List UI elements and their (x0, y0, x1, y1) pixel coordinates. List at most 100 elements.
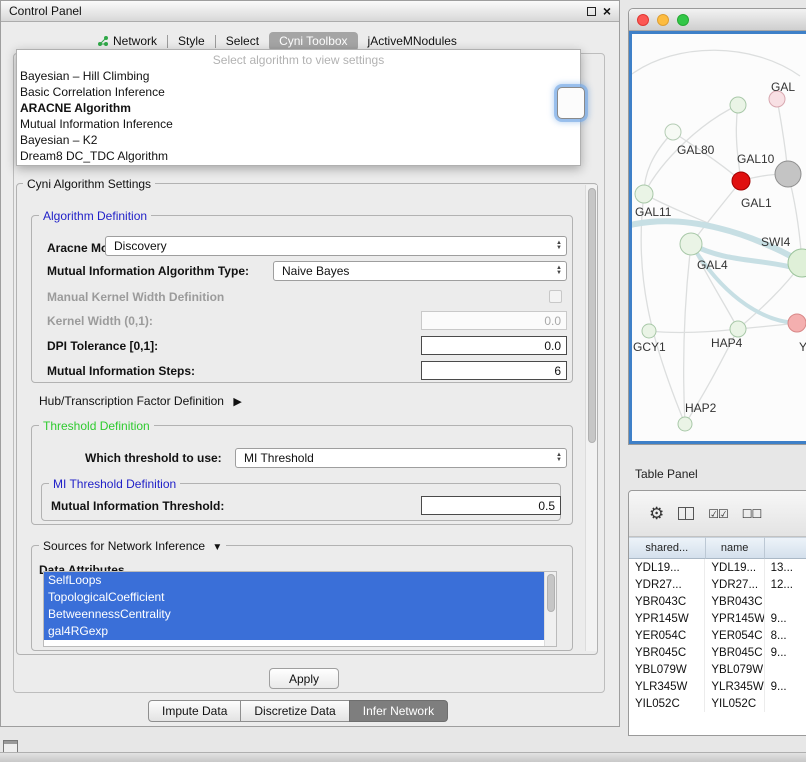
table-cell: YBL079W (705, 661, 764, 678)
table-cell: 8... (765, 627, 806, 644)
table-panel-title: Table Panel (635, 467, 698, 481)
kernel-width-input[interactable]: 0.0 (421, 311, 567, 330)
tab-discretize-data[interactable]: Discretize Data (240, 700, 349, 722)
tab-impute-data-label: Impute Data (162, 704, 227, 718)
tab-select[interactable]: Select (216, 32, 269, 51)
which-threshold-combobox[interactable]: MI Threshold ▲▼ (235, 448, 567, 468)
table-cell: YBR043C (705, 593, 764, 610)
combo-stepper-icon: ▲▼ (556, 266, 562, 276)
column-header-extra[interactable] (765, 537, 806, 559)
mi-threshold-input[interactable]: 0.5 (421, 496, 561, 515)
table-cell: YBR045C (705, 644, 764, 661)
close-icon[interactable]: × (603, 6, 611, 16)
table-cell: 9... (765, 610, 806, 627)
tab-network[interactable]: Network (87, 32, 167, 51)
attribute-item-selected[interactable]: BetweennessCentrality (44, 606, 544, 623)
network-node (678, 417, 692, 431)
minimize-traffic-light[interactable] (657, 14, 669, 26)
network-node-gray (775, 161, 801, 187)
settings-scrollbar-thumb[interactable] (588, 188, 596, 443)
network-edge (641, 194, 685, 424)
table-row[interactable]: YPR145W YPR145W 9... (629, 610, 806, 627)
table-row[interactable]: YIL052C YIL052C (629, 695, 806, 712)
table-row[interactable]: YBR043C YBR043C (629, 593, 806, 610)
apply-button[interactable]: Apply (269, 668, 339, 689)
table-cell: YDL19... (705, 559, 764, 576)
table-row[interactable]: YDL19... YDL19... 13... (629, 559, 806, 576)
network-edge (632, 50, 800, 76)
mi-steps-input[interactable]: 6 (421, 361, 567, 380)
network-node (730, 321, 746, 337)
focused-button[interactable] (557, 87, 585, 119)
window-title: Control Panel (9, 4, 82, 18)
table-panel-window: ⚙ ☑☑ ☐☐ shared... name YDL19... YDL19...… (628, 490, 806, 736)
mi-type-combobox[interactable]: Naive Bayes ▲▼ (273, 261, 567, 281)
tab-infer-network[interactable]: Infer Network (349, 700, 448, 722)
control-panel-titlebar: Control Panel × (1, 1, 619, 22)
node-label-hap2: HAP2 (685, 401, 717, 415)
collapsed-arrow-icon[interactable]: ▶ (233, 396, 241, 408)
table-cell: 9... (765, 644, 806, 661)
algorithm-item[interactable]: Bayesian – K2 (17, 132, 580, 148)
tab-impute-data[interactable]: Impute Data (148, 700, 241, 722)
attribute-item-selected[interactable]: SelfLoops (44, 572, 544, 589)
apply-button-label: Apply (289, 672, 319, 686)
algorithm-placeholder-item: Select algorithm to view settings (17, 52, 580, 68)
attributes-scrollbar-thumb[interactable] (547, 574, 555, 612)
table-body: YDL19... YDL19... 13... YDR27... YDR27..… (629, 559, 806, 712)
float-window-icon[interactable] (587, 7, 596, 16)
sources-group-title[interactable]: Sources for Network Inference ▼ (39, 539, 226, 553)
column-header-shared[interactable]: shared... (629, 537, 706, 559)
network-node-red (732, 172, 750, 190)
attribute-item-selected[interactable]: gal4RGexp (44, 623, 544, 640)
dpi-tolerance-input[interactable]: 0.0 (421, 336, 567, 355)
which-threshold-label: Which threshold to use: (85, 451, 222, 465)
tab-infer-network-label: Infer Network (363, 704, 434, 718)
mi-steps-label: Mutual Information Steps: (47, 364, 195, 378)
table-row[interactable]: YBL079W YBL079W (629, 661, 806, 678)
table-cell: YIL052C (629, 695, 705, 712)
algorithm-item[interactable]: Bayesian – Hill Climbing (17, 68, 580, 84)
algorithm-item-selected[interactable]: ARACNE Algorithm (17, 100, 580, 116)
close-traffic-light[interactable] (637, 14, 649, 26)
table-row[interactable]: YER054C YER054C 8... (629, 627, 806, 644)
which-threshold-value: MI Threshold (244, 451, 556, 465)
kernel-width-label: Kernel Width (0,1): (47, 314, 153, 328)
manual-kernel-checkbox[interactable] (549, 290, 562, 303)
column-header-name[interactable]: name (706, 537, 765, 559)
attributes-scrollbar[interactable] (544, 572, 556, 646)
table-row[interactable]: YDR27... YDR27... 12... (629, 576, 806, 593)
gear-icon[interactable]: ⚙ (649, 505, 664, 522)
tab-cyni-toolbox[interactable]: Cyni Toolbox (269, 32, 357, 51)
network-canvas[interactable]: GAL GAL80 GAL10 GAL11 GAL1 SWI4 GAL4 GCY… (629, 31, 806, 444)
table-cell: YBL079W (629, 661, 705, 678)
table-cell (765, 661, 806, 678)
settings-scrollbar[interactable] (585, 185, 597, 651)
zoom-traffic-light[interactable] (677, 14, 689, 26)
deselect-all-columns-icon[interactable]: ☐☐ (742, 507, 762, 521)
threshold-definition-title: Threshold Definition (39, 419, 154, 433)
combo-stepper-icon: ▲▼ (556, 453, 562, 463)
algorithm-item[interactable]: Dream8 DC_TDC Algorithm (17, 148, 580, 164)
table-row[interactable]: YLR345W YLR345W 9... (629, 678, 806, 695)
node-label-gcy1: GCY1 (633, 340, 666, 354)
columns-icon[interactable] (678, 507, 694, 520)
select-all-columns-icon[interactable]: ☑☑ (708, 507, 728, 521)
algorithm-item[interactable]: Mutual Information Inference (17, 116, 580, 132)
combo-stepper-icon: ▲▼ (556, 241, 562, 251)
table-row[interactable]: YBR045C YBR045C 9... (629, 644, 806, 661)
attribute-item-selected[interactable]: TopologicalCoefficient (44, 589, 544, 606)
cyni-algorithm-settings-title: Cyni Algorithm Settings (23, 177, 155, 191)
expanded-arrow-icon[interactable]: ▼ (212, 542, 222, 553)
network-window-titlebar[interactable] (629, 9, 806, 31)
node-label-gal80: GAL80 (677, 143, 715, 157)
mi-threshold-label: Mutual Information Threshold: (51, 499, 224, 513)
algorithm-item[interactable]: Basic Correlation Inference (17, 84, 580, 100)
aracne-mode-combobox[interactable]: Discovery ▲▼ (105, 236, 567, 256)
hub-definition-section[interactable]: Hub/Transcription Factor Definition ▶ (39, 394, 242, 409)
table-cell: YLR345W (705, 678, 764, 695)
tab-jactivemnodules[interactable]: jActiveMNodules (358, 32, 467, 51)
table-cell: YDR27... (705, 576, 764, 593)
aracne-mode-value: Discovery (114, 239, 556, 253)
tab-style[interactable]: Style (168, 32, 215, 51)
